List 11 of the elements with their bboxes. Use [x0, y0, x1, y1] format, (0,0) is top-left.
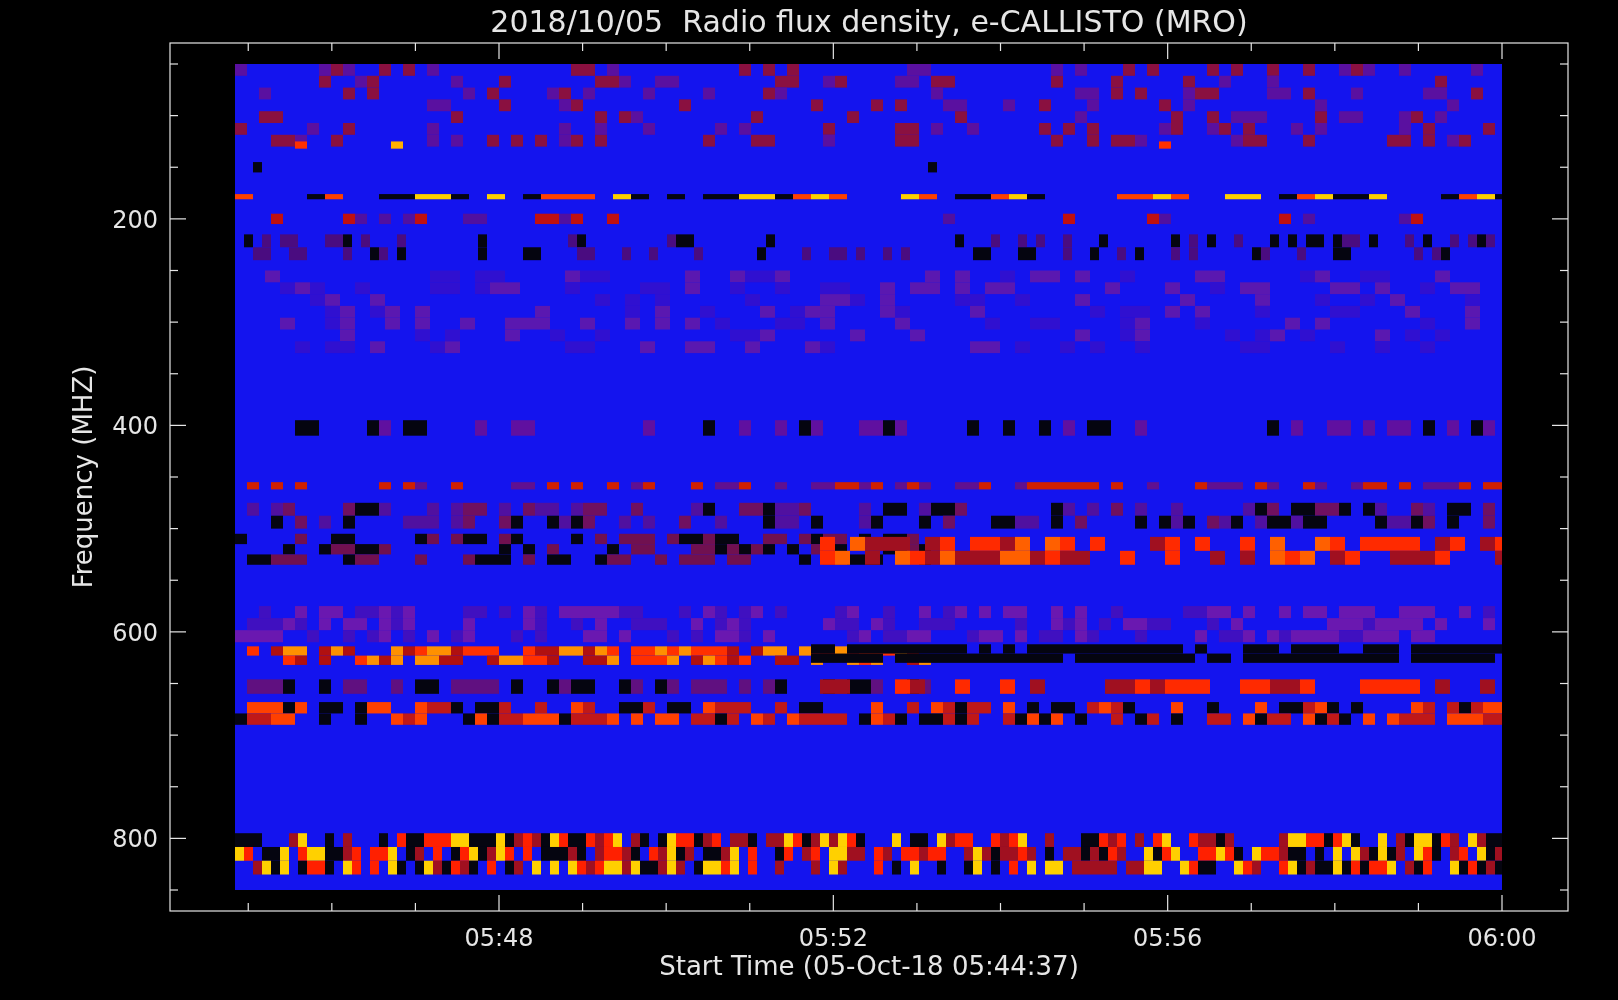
- tick-label: 05:56: [1133, 924, 1203, 952]
- tick-label: 800: [112, 825, 158, 854]
- tick-label: 200: [112, 205, 158, 234]
- axis-label: Frequency (MHZ): [68, 365, 98, 589]
- chart-title: 2018/10/05 Radio flux density, e-CALLISTO (MRO): [490, 4, 1248, 39]
- tick-label: 400: [112, 412, 158, 441]
- tick-label: 600: [112, 618, 158, 647]
- tick-label: 05:48: [464, 924, 534, 952]
- tick-label: 06:00: [1467, 924, 1537, 952]
- axis-label: Start Time (05-Oct-18 05:44:37): [659, 951, 1079, 981]
- tick-label: 05:52: [798, 924, 868, 952]
